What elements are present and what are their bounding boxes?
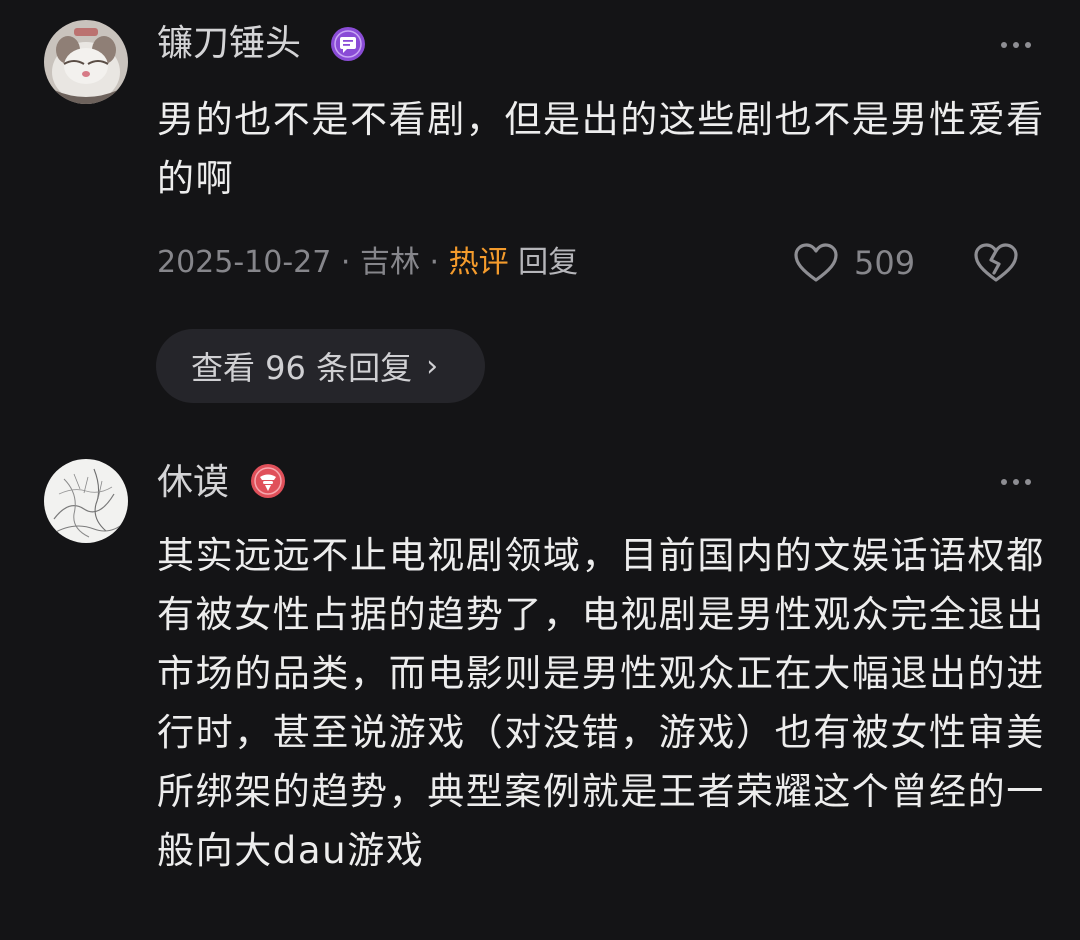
meta-separator: · <box>419 245 449 280</box>
comment-text: 其实远远不止电视剧领域，目前国内的文娱话语权都有被女性占据的趋势了，电视剧是男性… <box>157 534 1045 872</box>
reply-button[interactable]: 回复 <box>518 245 578 280</box>
comment-text: 男的也不是不看剧，但是出的这些剧也不是男性爱看的啊 <box>157 98 1045 200</box>
hot-comment-badge: 热评 <box>448 245 509 280</box>
comment-date: 2025-10-27 <box>157 245 332 280</box>
chevron-right-icon: › <box>426 348 439 384</box>
chat-bubble-badge-icon <box>331 27 365 61</box>
view-replies-button[interactable]: 查看 96 条回复 › <box>156 329 485 403</box>
comment-meta: 2025-10-27 · 吉林 · 热评 回复 <box>157 243 578 283</box>
like-count: 509 <box>854 244 916 282</box>
meta-separator: · <box>331 245 360 280</box>
avatar-sketch[interactable] <box>44 459 128 543</box>
microphone-badge-icon <box>251 464 285 498</box>
username[interactable]: 休谟 <box>157 461 229 505</box>
broken-heart-icon[interactable] <box>972 241 1020 285</box>
avatar-cat[interactable] <box>44 20 128 104</box>
heart-icon[interactable] <box>792 241 840 285</box>
sketch-avatar-image <box>44 459 128 543</box>
comment-location: 吉林 <box>359 245 420 280</box>
more-options-icon[interactable] <box>990 30 1042 60</box>
cat-avatar-image <box>44 20 128 104</box>
view-replies-label: 查看 96 条回复 <box>191 349 413 387</box>
more-options-icon[interactable] <box>990 467 1042 497</box>
username[interactable]: 镰刀锤头 <box>157 22 301 66</box>
